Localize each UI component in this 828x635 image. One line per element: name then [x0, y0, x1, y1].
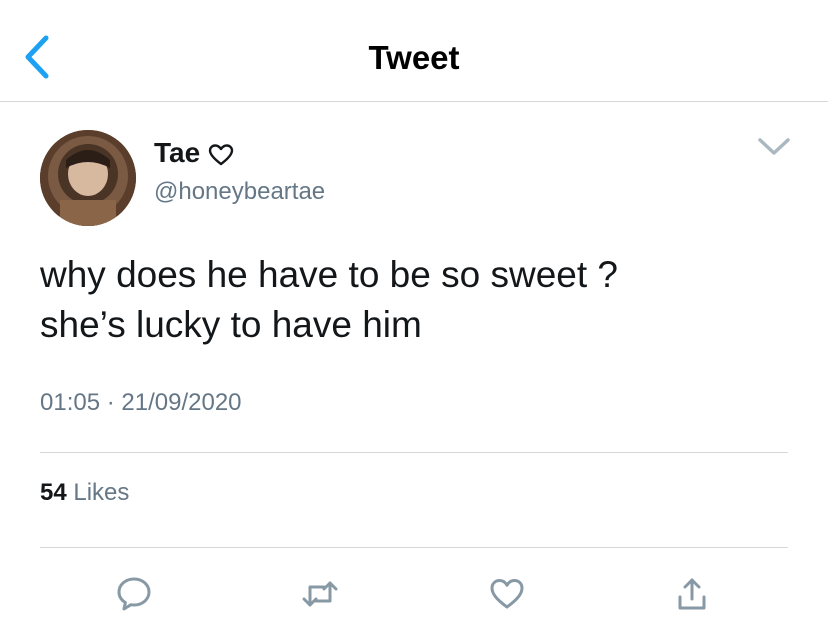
tweet-date: 21/09/2020 [121, 389, 242, 416]
heart-outline-icon [490, 579, 524, 609]
retweet-icon [302, 581, 338, 607]
author-handle[interactable]: @honeybeartae [154, 177, 325, 207]
heart-outline-icon [208, 141, 234, 166]
divider [40, 547, 788, 548]
share-upload-icon [678, 578, 706, 610]
page-title: Tweet [368, 39, 460, 76]
tweet-text: why does he have to be so sweet ? she’s … [40, 250, 800, 350]
tweet-text-line: why does he have to be so sweet ? [40, 254, 618, 295]
tweet-text-line: she’s lucky to have him [40, 304, 422, 345]
tweet-timestamp: 01:05 · 21/09/2020 [40, 388, 242, 418]
like-button[interactable] [487, 574, 527, 614]
likes-label: Likes [73, 479, 130, 506]
more-options-button[interactable] [756, 134, 792, 160]
tweet-time: 01:05 [40, 389, 101, 416]
likes-count: 54 [40, 479, 67, 506]
divider [40, 452, 788, 453]
author-name[interactable]: Tae [154, 136, 234, 170]
share-button[interactable] [672, 574, 712, 614]
navigation-header: Tweet [0, 0, 828, 102]
tweet-detail-screen: Tweet Tae @honeybeartae why does he have… [0, 0, 828, 635]
speech-bubble-icon [117, 577, 151, 611]
likes-stat[interactable]: 54 Likes [40, 478, 129, 508]
meta-separator: · [106, 389, 115, 416]
avatar-image [40, 130, 136, 226]
reply-button[interactable] [114, 574, 154, 614]
author-name-text: Tae [154, 137, 201, 168]
avatar[interactable] [40, 130, 136, 226]
chevron-down-icon [758, 138, 790, 155]
retweet-button[interactable] [300, 574, 340, 614]
